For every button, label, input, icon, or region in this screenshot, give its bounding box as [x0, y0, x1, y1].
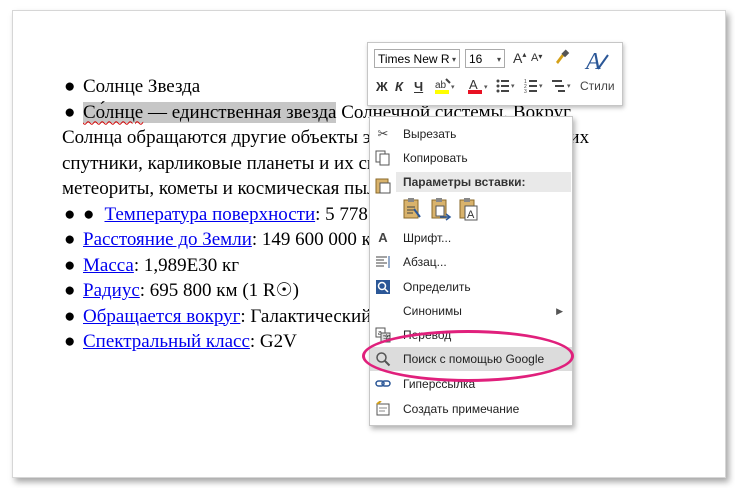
paste-keep-formatting-icon[interactable] [402, 197, 424, 221]
chevron-down-icon[interactable]: ▾ [449, 50, 459, 67]
chevron-right-icon: ▶ [556, 306, 563, 316]
menu-item-label: Шрифт... [403, 231, 452, 245]
paste-clipboard-icon [375, 176, 391, 197]
item-value: : 1,989E30 кг [133, 254, 240, 276]
menu-item-label: Создать примечание [403, 402, 520, 416]
menu-item-synonyms[interactable]: Синонимы ▶ [370, 299, 572, 323]
font-icon: A [378, 230, 388, 245]
inner-bullet: ● [83, 203, 95, 225]
bullet: ● [64, 101, 76, 123]
font-size-value: 16 [469, 52, 483, 66]
underline-button[interactable]: Ч [414, 79, 423, 94]
hyperlink-icon [375, 376, 391, 392]
paragraph-icon [375, 254, 391, 270]
menu-item-copy[interactable]: Копировать [370, 146, 572, 170]
item-value: : 149 600 000 км [251, 229, 383, 250]
link-mass[interactable]: Масса [83, 255, 134, 276]
shrink-font-icon[interactable]: A▾ [531, 52, 542, 64]
svg-text:3: 3 [524, 89, 527, 94]
search-icon [375, 351, 391, 367]
italic-button[interactable]: К [395, 79, 403, 94]
link-spectral-class[interactable]: Спектральный класс [83, 331, 250, 352]
bullet: ● [64, 280, 76, 301]
item-value: : 695 800 км (1 R☉) [139, 280, 299, 301]
paste-text-only-icon[interactable]: A [458, 197, 480, 221]
define-icon [375, 279, 391, 295]
copy-icon [375, 150, 391, 166]
svg-text:A: A [469, 77, 478, 92]
menu-item-label: Вырезать [403, 127, 457, 141]
menu-item-label: Гиперссылка [403, 377, 476, 391]
bullet: ● [64, 305, 76, 327]
svg-text:字: 字 [383, 333, 390, 342]
link-orbits[interactable]: Обращается вокруг [83, 306, 240, 327]
multilevel-list-icon[interactable]: ▾ [552, 78, 574, 97]
bullet: ● [64, 76, 76, 97]
menu-item-font[interactable]: A Шрифт... [370, 226, 572, 250]
bullet: ● [64, 331, 76, 352]
svg-text:▾: ▾ [511, 83, 515, 90]
selected-text[interactable]: Со́лнце — единственная звезда [83, 101, 337, 123]
svg-text:A: A [467, 209, 475, 221]
bullet: ● [64, 254, 76, 276]
link-radius[interactable]: Радиус [83, 280, 140, 301]
selected-rest: — единственная звезда [143, 101, 337, 123]
menu-item-label: Синонимы [403, 304, 462, 318]
menu-item-translate[interactable]: a字 Перевод [370, 323, 572, 347]
svg-text:▾: ▾ [484, 84, 488, 91]
font-name-value: Times New Roi [378, 52, 459, 66]
font-color-icon[interactable]: A ▾ [467, 77, 489, 98]
menu-item-label: Абзац... [403, 255, 447, 269]
context-menu: ✂ Вырезать Копировать Параметры вставки:… [369, 116, 573, 426]
menu-item-paragraph[interactable]: Абзац... [370, 250, 572, 274]
highlight-icon[interactable]: ab ▾ [434, 77, 456, 98]
format-painter-icon[interactable] [554, 48, 570, 69]
menu-item-label: Определить [403, 280, 471, 294]
svg-text:▾: ▾ [567, 83, 571, 90]
item-value: : G2V [249, 331, 297, 352]
link-distance[interactable]: Расстояние до Земли [83, 229, 252, 250]
bullets-icon[interactable]: ▾ [496, 78, 518, 97]
paste-merge-formatting-icon[interactable] [430, 197, 452, 221]
menu-item-label: Перевод [403, 328, 452, 342]
mini-toolbar: Times New Roi ▾ 16 ▾ A▴ A▾ A Ж К Ч ab ▾ A… [367, 42, 623, 106]
svg-text:ab: ab [435, 80, 447, 91]
bullet: ● [64, 229, 76, 250]
styles-icon[interactable]: A [584, 47, 614, 78]
font-size-combo[interactable]: 16 ▾ [465, 49, 505, 68]
bold-button[interactable]: Ж [376, 79, 388, 94]
font-name-combo[interactable]: Times New Roi ▾ [374, 49, 460, 68]
menu-item-label: Копировать [403, 151, 468, 165]
styles-label[interactable]: Стили [580, 79, 615, 93]
svg-text:▾: ▾ [539, 83, 543, 90]
scissors-icon: ✂ [377, 126, 389, 141]
menu-item-hyperlink[interactable]: Гиперссылка [370, 372, 572, 396]
numbering-icon[interactable]: 1 2 3 ▾ [524, 78, 546, 97]
grow-font-icon[interactable]: A▴ [513, 50, 526, 66]
translate-icon: a字 [375, 327, 391, 343]
paste-options-header: Параметры вставки: [396, 172, 571, 192]
menu-item-label: Поиск с помощью Google [403, 352, 545, 366]
link-temperature[interactable]: Температура поверхности [104, 204, 315, 225]
svg-text:A: A [584, 49, 601, 75]
item-text: Солнце Звезда [83, 76, 201, 97]
svg-text:▾: ▾ [451, 84, 455, 91]
menu-item-google-search[interactable]: Поиск с помощью Google [370, 347, 572, 371]
chevron-down-icon[interactable]: ▾ [494, 50, 504, 67]
menu-item-cut[interactable]: ✂ Вырезать [370, 122, 572, 146]
misspelled-word[interactable]: Со́лнце [83, 102, 143, 123]
menu-item-new-comment[interactable]: Создать примечание [370, 397, 572, 421]
comment-icon [375, 400, 391, 417]
menu-item-define[interactable]: Определить [370, 275, 572, 299]
bullet: ● [64, 203, 76, 225]
